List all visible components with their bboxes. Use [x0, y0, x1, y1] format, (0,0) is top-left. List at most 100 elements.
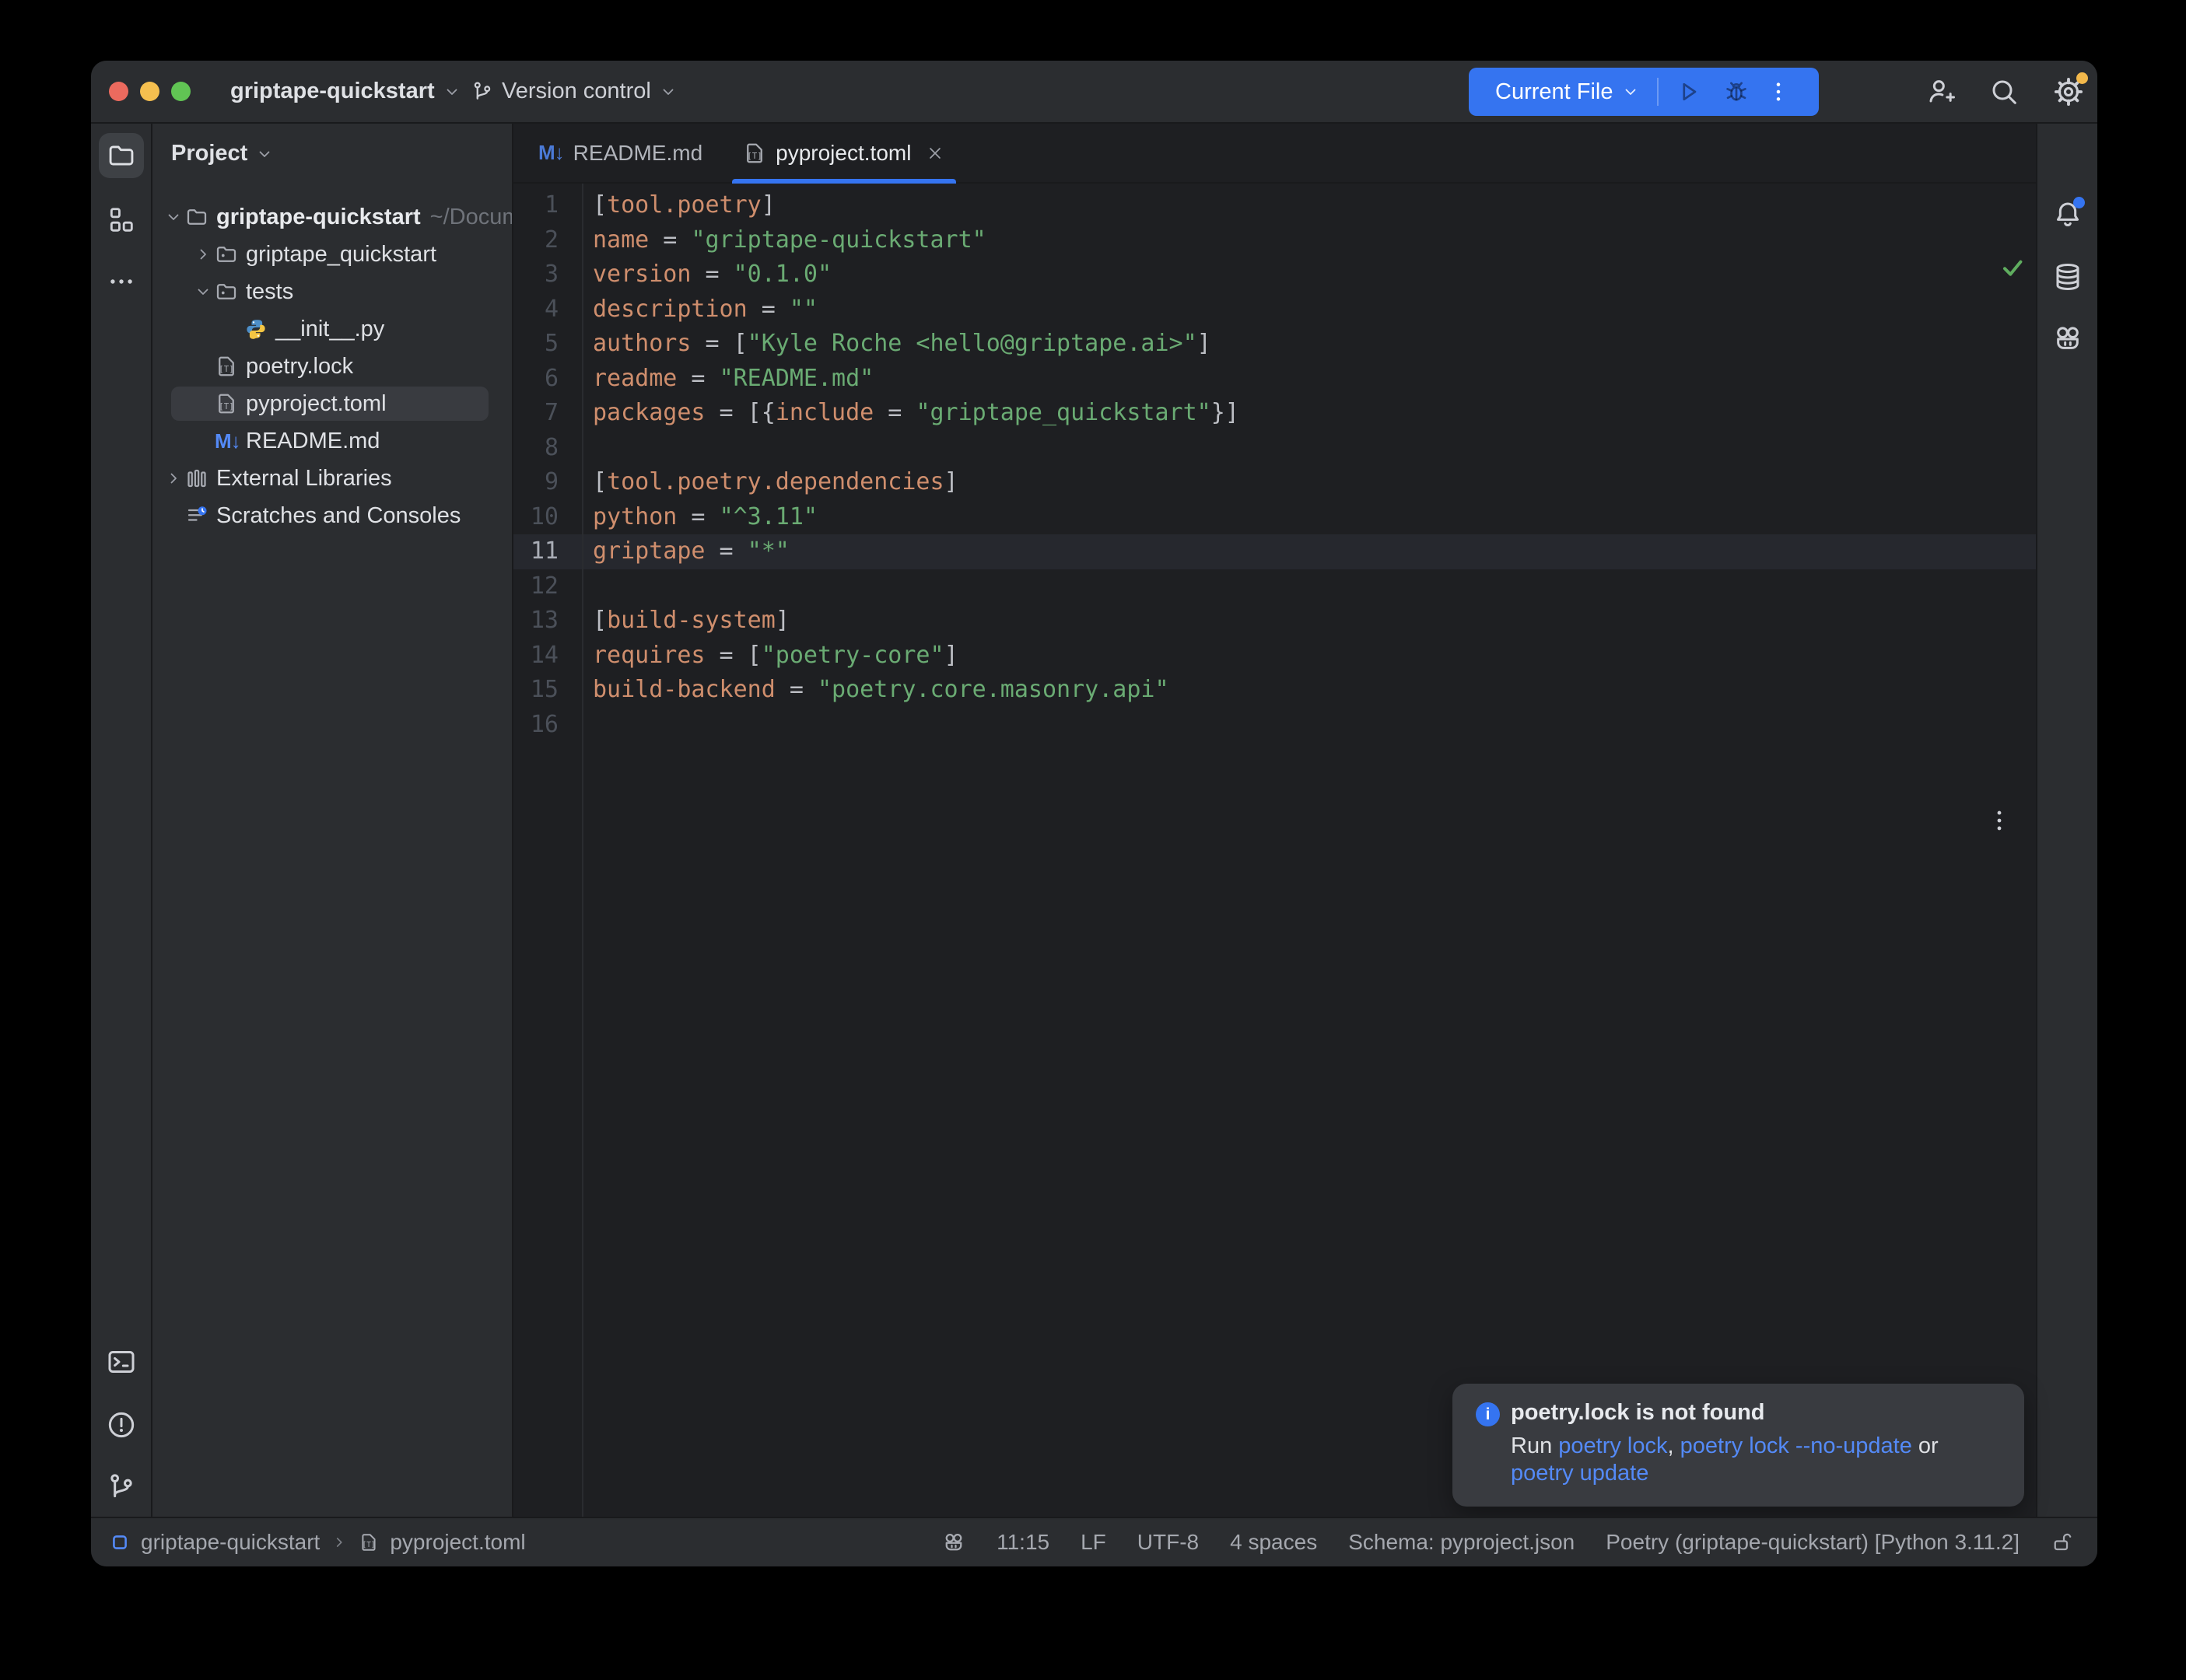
tree-item-poetry-lock[interactable]: [T]poetry.lock [152, 348, 512, 385]
code-line-5: 5 authors = ["Kyle Roche <hello@griptape.… [513, 327, 2036, 362]
unlock-icon[interactable] [2051, 1531, 2074, 1554]
code-line-text: description = "" [593, 292, 818, 327]
code-editor[interactable]: 1[tool.poetry]2name = "griptape-quicksta… [513, 184, 2036, 1517]
line-number[interactable]: 3 [513, 257, 559, 292]
notifications-button[interactable] [2052, 198, 2083, 229]
package-folder-icon [215, 243, 244, 266]
tree-item-tests[interactable]: tests [152, 273, 512, 310]
project-tool-window-button[interactable] [99, 133, 144, 178]
line-number[interactable]: 4 [513, 292, 559, 327]
status-item-schema-pyproject-json[interactable]: Schema: pyproject.json [1348, 1530, 1575, 1555]
project-folder-icon [107, 141, 136, 170]
line-number[interactable]: 1 [513, 188, 559, 223]
terminal-tool-window-button[interactable] [106, 1346, 137, 1377]
breadcrumb[interactable]: pyproject.toml [390, 1530, 525, 1555]
line-number[interactable]: 15 [513, 673, 559, 708]
code-line-text: [tool.poetry.dependencies] [593, 465, 958, 500]
tree-item-label: tests [246, 279, 293, 305]
vcs-selector[interactable]: Version control [471, 61, 678, 122]
editor-tab-bar: M↓README.md[T]pyproject.toml [513, 124, 2036, 184]
close-tab-icon[interactable] [925, 143, 945, 163]
notification-link[interactable]: poetry update [1511, 1461, 1648, 1486]
code-line-text: packages = [{include = "griptape_quickst… [593, 396, 1239, 431]
line-number[interactable]: 12 [513, 569, 559, 604]
chevron-right-icon [331, 1534, 348, 1551]
scratch-icon [185, 504, 215, 527]
line-number[interactable]: 14 [513, 639, 559, 674]
editor-tab-readme-md[interactable]: M↓README.md [518, 124, 723, 182]
line-number[interactable]: 9 [513, 465, 559, 500]
tree-item-label: __init__.py [275, 317, 384, 342]
status-item-lf[interactable]: LF [1081, 1530, 1106, 1555]
tree-item-readme-md[interactable]: M↓README.md [152, 422, 512, 460]
run-configuration-widget[interactable]: Current File [1469, 68, 1819, 116]
svg-text:[T]: [T] [363, 1541, 376, 1549]
line-number[interactable]: 11 [513, 534, 559, 569]
code-line-7: 7 packages = [{include = "griptape_quicks… [513, 396, 2036, 431]
line-number[interactable]: 7 [513, 396, 559, 431]
problems-tool-window-button[interactable] [106, 1409, 137, 1440]
editor-tab-pyproject-toml[interactable]: [T]pyproject.toml [723, 124, 965, 182]
ai-assistant-tool-window-button[interactable] [2052, 323, 2083, 354]
notification-link[interactable]: poetry lock --no-update [1680, 1433, 1912, 1458]
editor-tab-label: pyproject.toml [776, 141, 911, 166]
line-number[interactable]: 8 [513, 431, 559, 466]
breadcrumb[interactable]: griptape-quickstart [141, 1530, 320, 1555]
chevron-right-icon[interactable] [162, 469, 185, 488]
folder-icon [185, 205, 215, 229]
toml-file-icon: [T] [215, 392, 244, 415]
close-window-button[interactable] [109, 82, 128, 101]
line-number[interactable]: 10 [513, 500, 559, 535]
status-item-poetry-griptape-quickstart-python-3-11-2-[interactable]: Poetry (griptape-quickstart) [Python 3.1… [1606, 1530, 2020, 1555]
code-line-6: 6readme = "README.md" [513, 362, 2036, 397]
line-number[interactable]: 6 [513, 362, 559, 397]
zoom-window-button[interactable] [171, 82, 191, 101]
chevron-down-icon[interactable] [191, 282, 215, 301]
status-item-utf-8[interactable]: UTF-8 [1137, 1530, 1199, 1555]
project-selector[interactable]: griptape-quickstart [230, 61, 461, 122]
code-line-8: 8 [513, 431, 2036, 466]
project-panel-header[interactable]: Project [171, 141, 274, 166]
ai-assistant-icon[interactable] [942, 1531, 965, 1554]
settings-button[interactable] [2052, 75, 2085, 108]
status-item-11-15[interactable]: 11:15 [997, 1530, 1049, 1555]
more-run-options-button[interactable] [1766, 79, 1791, 104]
status-item-4-spaces[interactable]: 4 spaces [1230, 1530, 1317, 1555]
structure-tool-window-button[interactable] [107, 205, 136, 235]
code-line-3: 3 version = "0.1.0" [513, 257, 2036, 292]
tree-item-external-libraries[interactable]: External Libraries [152, 460, 512, 497]
chevron-down-icon [659, 82, 678, 101]
tree-item-griptape-quickstart[interactable]: griptape-quickstart~/Docume [152, 198, 512, 236]
tree-item-scratches-and-consoles[interactable]: Scratches and Consoles [152, 497, 512, 534]
line-number[interactable]: 2 [513, 223, 559, 258]
markdown-icon: M↓ [538, 141, 564, 165]
minimize-window-button[interactable] [140, 82, 159, 101]
titlebar-actions [1925, 61, 2085, 122]
tree-item--init-py[interactable]: __init__.py [152, 310, 512, 348]
run-config-label: Current File [1495, 79, 1613, 105]
code-line-text: authors = ["Kyle Roche <hello@griptape.a… [593, 327, 1211, 362]
tree-item-label: External Libraries [216, 466, 392, 492]
chevron-right-icon[interactable] [191, 245, 215, 264]
notification-link[interactable]: poetry lock [1558, 1433, 1667, 1458]
more-tool-windows-button[interactable] [107, 267, 136, 296]
run-button[interactable] [1674, 78, 1702, 106]
debug-button[interactable] [1722, 78, 1750, 106]
chevron-down-icon [1621, 82, 1640, 101]
project-selector-label: griptape-quickstart [230, 79, 435, 104]
tree-item-griptape-quickstart[interactable]: griptape_quickstart [152, 236, 512, 273]
line-number[interactable]: 5 [513, 327, 559, 362]
line-number[interactable]: 13 [513, 604, 559, 639]
tree-item-pyproject-toml[interactable]: [T]pyproject.toml [152, 385, 512, 422]
search-everywhere-button[interactable] [1988, 76, 2020, 107]
add-user-button[interactable] [1925, 76, 1956, 107]
code-line-9: 9 [tool.poetry.dependencies] [513, 465, 2036, 500]
code-line-1: 1[tool.poetry] [513, 188, 2036, 223]
line-number[interactable]: 16 [513, 708, 559, 743]
chevron-down-icon[interactable] [162, 208, 185, 226]
code-line-text: version = "0.1.0" [593, 257, 832, 292]
database-tool-window-button[interactable] [2052, 261, 2083, 292]
tree-item-label: Scratches and Consoles [216, 503, 461, 529]
notification-text: , [1668, 1433, 1680, 1458]
git-tool-window-button[interactable] [106, 1472, 137, 1503]
